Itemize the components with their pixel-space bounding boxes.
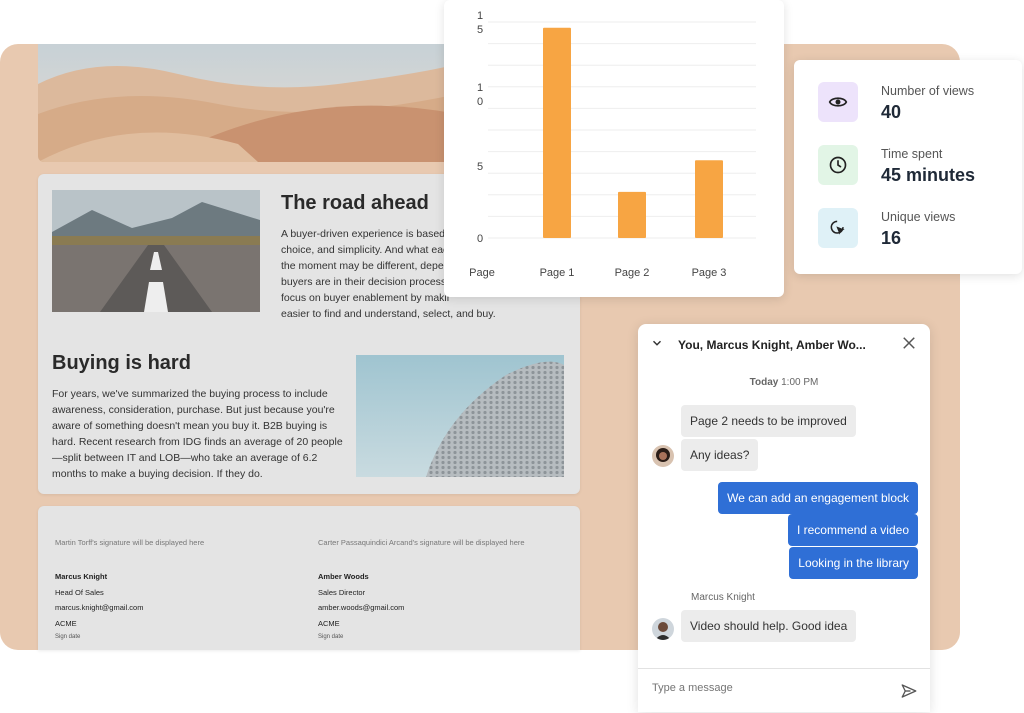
message-bubble: We can add an engagement block [718, 482, 918, 514]
stat-value: 40 [881, 102, 902, 122]
chart-bar [618, 191, 646, 238]
signer-email: marcus.knight@gmail.com [55, 603, 144, 612]
message-sender-name: Marcus Knight [691, 592, 755, 603]
signer-company: ACME [318, 619, 340, 628]
y-tick-label: 5 [477, 24, 483, 36]
signer-title: Sales Director [318, 588, 366, 597]
section-body-buying-hard: For years, we've summarized the buying p… [52, 388, 343, 480]
desert-banner-image [38, 44, 458, 162]
chat-panel: You, Marcus Knight, Amber Wo... Today 1:… [638, 324, 930, 712]
signer-name: Marcus Knight [55, 572, 108, 581]
message-composer [638, 668, 930, 713]
close-icon[interactable] [900, 334, 918, 357]
x-axis-label: Page [469, 267, 495, 279]
chat-title: You, Marcus Knight, Amber Wo... [678, 338, 866, 352]
eye-icon [818, 82, 858, 122]
section-heading-buying-hard: Buying is hard [52, 352, 191, 374]
stat-number-of-views: Number of views 40 [818, 82, 1018, 124]
stat-time-spent: Time spent 45 minutes [818, 145, 1018, 187]
x-tick-label: Page 1 [540, 267, 575, 279]
chevron-down-icon[interactable] [650, 336, 664, 355]
sign-date-label: Sign date [318, 634, 344, 640]
chat-date-separator: Today 1:00 PM [749, 377, 819, 388]
signer-email: amber.woods@gmail.com [318, 603, 405, 612]
stat-value: 16 [881, 228, 902, 248]
message-bubble: Page 2 needs to be improved [681, 405, 856, 437]
y-tick-label: 1 [477, 82, 483, 94]
message-bubble: Any ideas? [681, 439, 759, 471]
cursor-click-icon [818, 208, 858, 248]
y-tick-label: 0 [477, 233, 483, 245]
chart-bar [695, 160, 723, 238]
x-tick-label: Page 3 [692, 267, 727, 279]
stat-unique-views: Unique views 16 [818, 208, 1018, 250]
message-bubble: I recommend a video [787, 514, 918, 546]
stats-card: Number of views 40 Time spent 45 minutes… [794, 60, 1022, 274]
clock-icon [818, 145, 858, 185]
stat-label: Time spent [881, 147, 943, 161]
chart-bar [543, 27, 571, 239]
x-tick-label: Page 2 [615, 267, 650, 279]
avatar [652, 618, 674, 640]
signer-company: ACME [55, 619, 77, 628]
stat-value: 45 minutes [881, 165, 976, 185]
road-image [52, 190, 260, 312]
message-bubble: Looking in the library [789, 547, 918, 579]
stat-label: Number of views [881, 84, 975, 98]
page-views-chart-card: 0 5 1 0 1 5 Page Page 1 Page 2 Page 3 [444, 0, 784, 297]
y-tick-label: 1 [477, 10, 483, 22]
architecture-image [356, 355, 564, 477]
message-bubble: Video should help. Good idea [681, 610, 857, 642]
avatar [652, 445, 674, 467]
signature-placeholder-note: Martin Torff's signature will be display… [55, 538, 205, 547]
signature-panel: Martin Torff's signature will be display… [38, 506, 580, 650]
signer-title: Head Of Sales [55, 588, 104, 597]
stat-label: Unique views [881, 210, 956, 224]
section-heading-road-ahead: The road ahead [281, 192, 429, 214]
sign-date-label: Sign date [55, 634, 81, 640]
send-icon[interactable] [900, 682, 918, 705]
message-input[interactable] [650, 681, 884, 695]
bar-chart: 051015Page Page 1 Page 2 Page 3 [469, 10, 756, 279]
signer-name: Amber Woods [318, 572, 369, 581]
y-tick-label: 0 [477, 96, 483, 108]
y-tick-label: 5 [477, 161, 483, 173]
signature-placeholder-note: Carter Passaquindici Arcand's signature … [318, 538, 525, 547]
